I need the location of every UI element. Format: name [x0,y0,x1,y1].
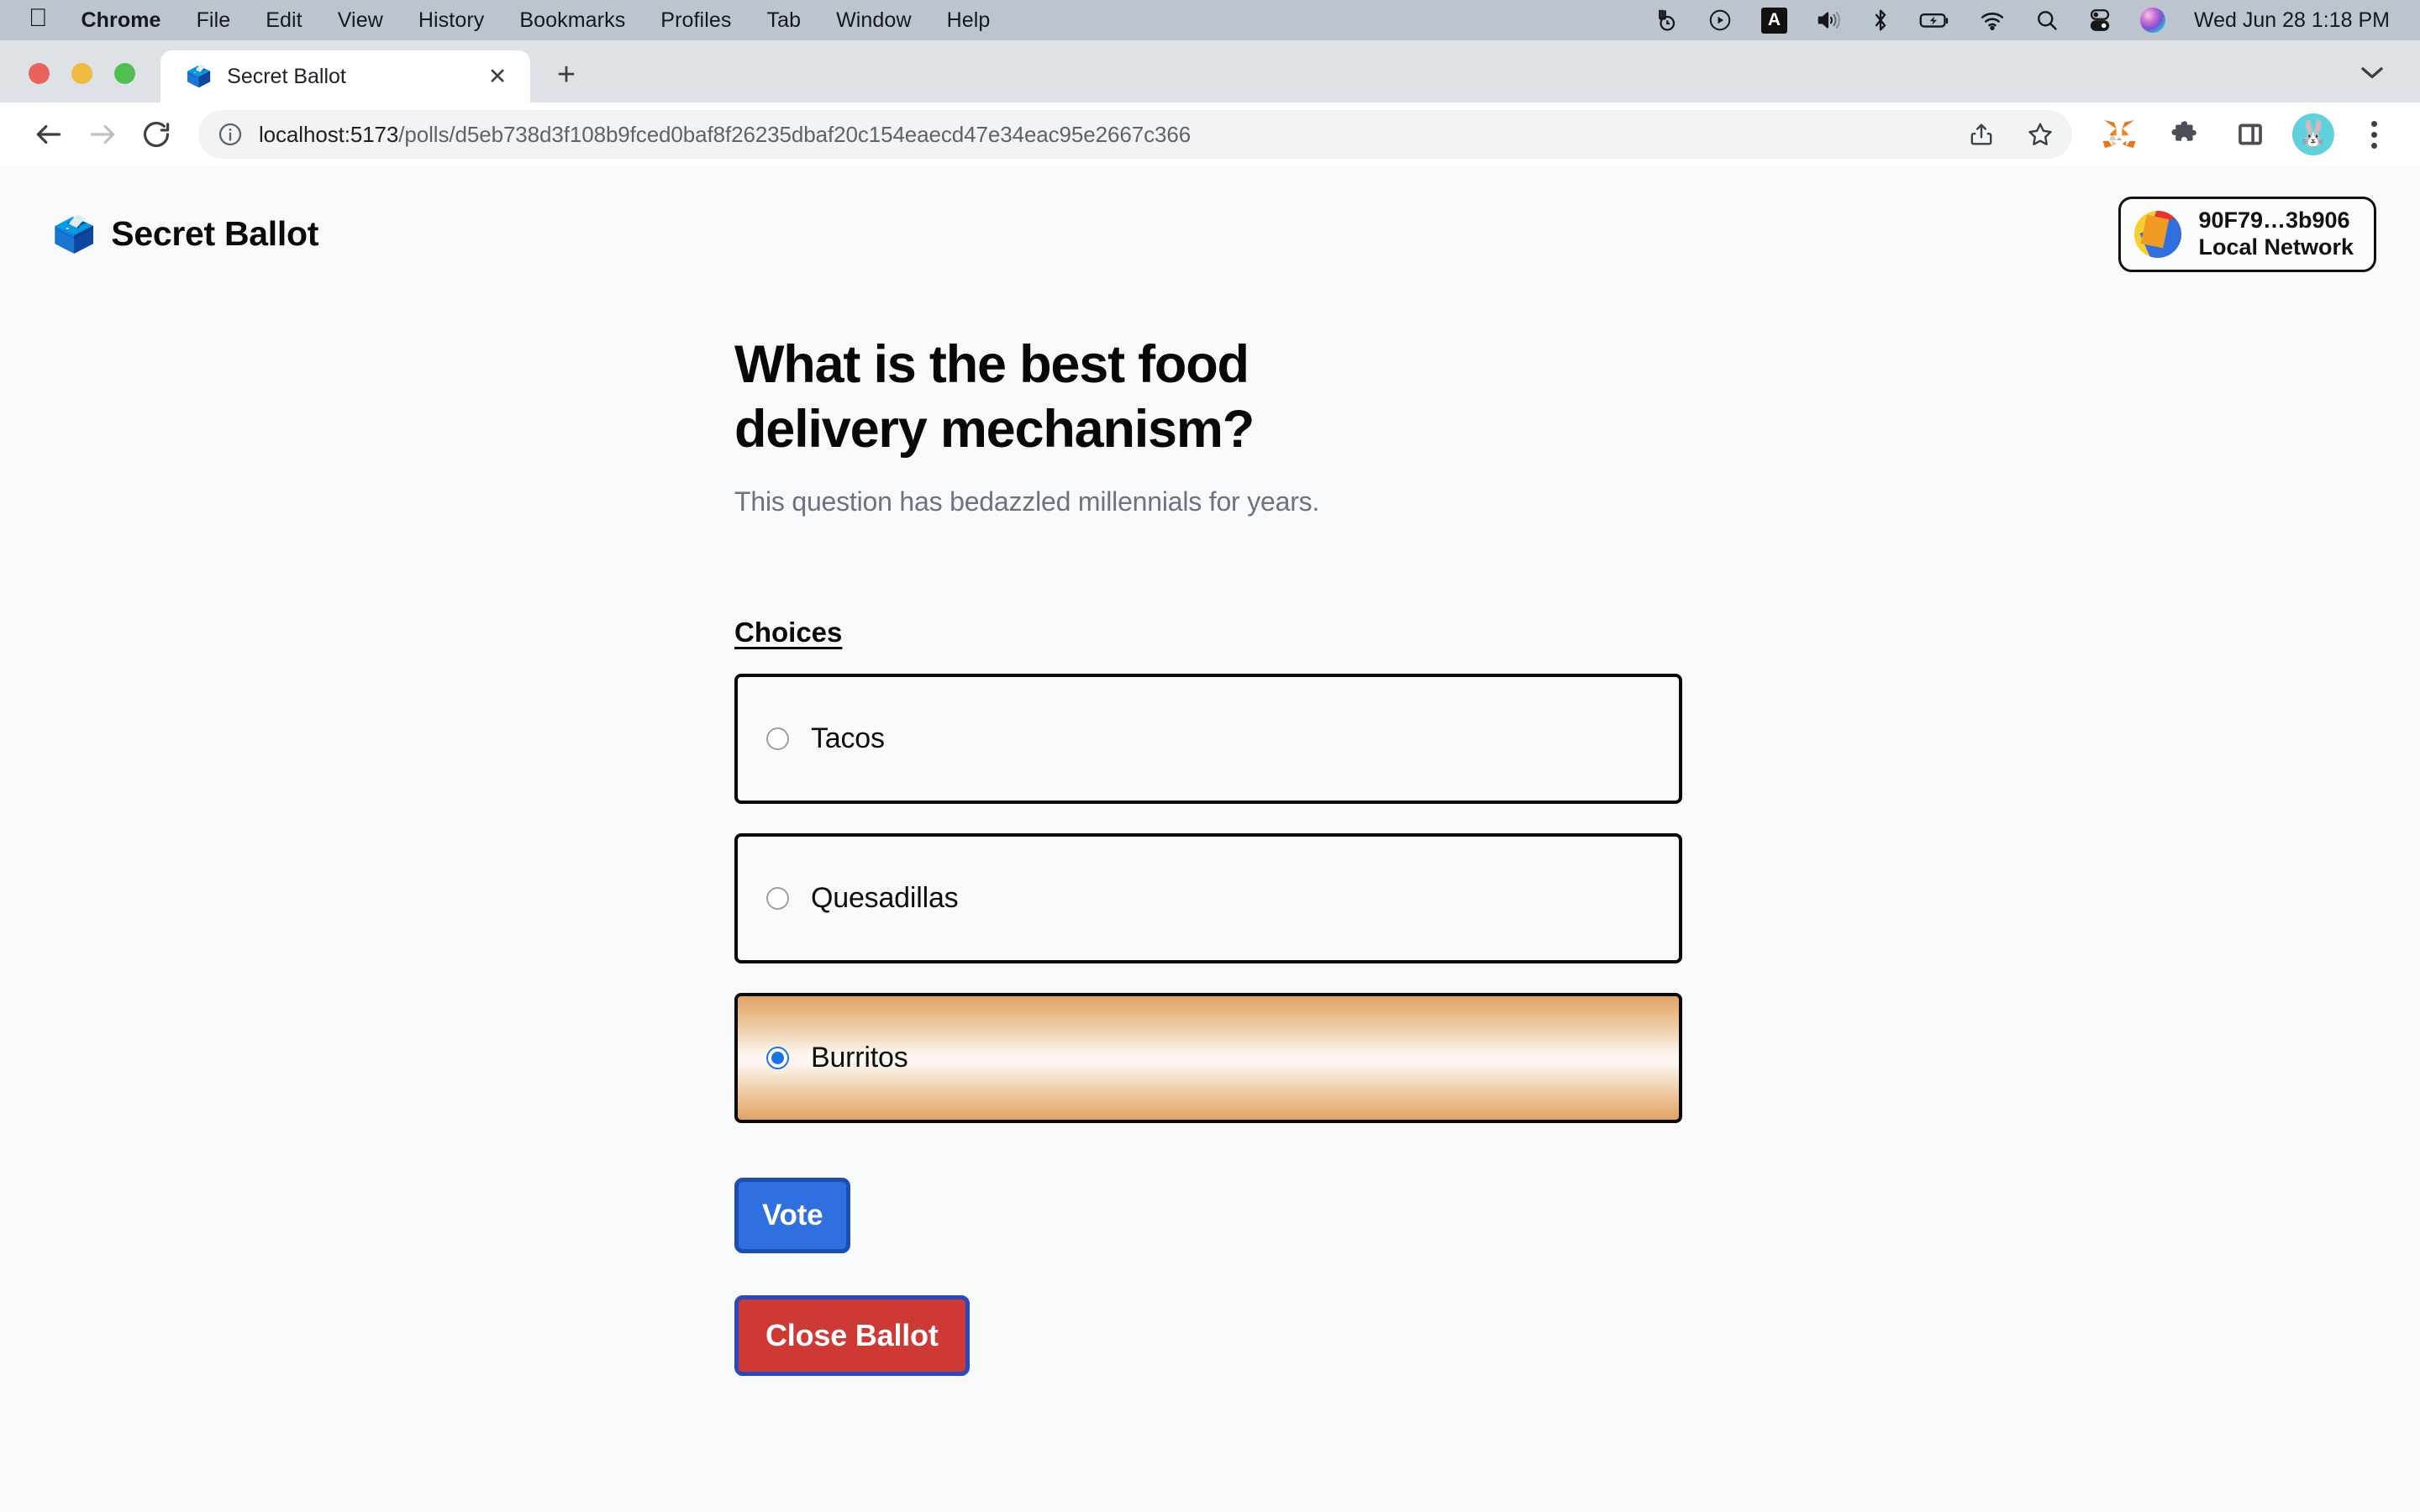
close-ballot-button[interactable]: Close Ballot [734,1294,970,1376]
share-icon[interactable] [1958,111,2005,158]
choice-option-burritos[interactable]: Burritos [734,992,1682,1123]
window-traffic-lights [29,63,160,102]
macos-menubar:  Chrome File Edit View History Bookmark… [0,0,2420,40]
menubar-item-profiles[interactable]: Profiles [643,8,749,33]
choice-label-tacos: Tacos [811,722,885,754]
play-circle-icon[interactable] [1707,8,1733,33]
app-header: 🗳️ Secret Ballot 90F79…3b906 Local Netwo… [0,166,2420,272]
extension-icons: 🐰 [2096,111,2395,158]
omnibox-host: localhost:5173 [259,121,399,147]
omnibox-path: /polls/d5eb738d3f108b9fced0baf8f26235dba… [398,121,1192,147]
siri-icon[interactable] [2139,8,2165,33]
volume-icon[interactable] [1816,8,1843,33]
ballot-box-icon: 🗳️ [52,213,97,254]
browser-tab-secret-ballot[interactable]: 🗳️ Secret Ballot ✕ [160,50,530,102]
choice-option-quesadillas[interactable]: Quesadillas [734,832,1682,963]
apple-logo-icon[interactable]:  [29,6,48,31]
wifi-icon[interactable] [1979,8,2006,33]
keyboard-input-a-icon[interactable]: A [1760,7,1787,34]
radio-icon-tacos[interactable] [766,727,789,750]
choices-list: Tacos Quesadillas Burritos [734,673,1682,1123]
choice-label-quesadillas: Quesadillas [811,881,959,914]
wallet-address: 90F79…3b906 [2198,207,2350,233]
new-tab-button[interactable]: + [549,59,584,91]
back-arrow-icon[interactable] [22,108,76,161]
menubar-item-help[interactable]: Help [929,8,1008,33]
close-window-button[interactable] [29,63,50,84]
forward-arrow-icon [76,108,129,161]
info-circle-icon[interactable] [217,121,244,148]
star-icon[interactable] [2017,111,2064,158]
wallet-badge[interactable]: 90F79…3b906 Local Network [2118,197,2376,272]
puzzle-extensions-icon[interactable] [2161,111,2208,158]
menubar-item-view[interactable]: View [320,8,401,33]
three-dot-menu-icon[interactable] [2353,111,2395,158]
reload-icon[interactable] [129,108,183,161]
control-center-icon[interactable] [2088,8,2112,33]
side-panel-icon[interactable] [2227,111,2274,158]
poll-content: What is the best food delivery mechanism… [0,272,2420,1376]
menubar-item-file[interactable]: File [179,8,249,33]
radio-icon-quesadillas[interactable] [766,886,789,910]
menubar-item-history[interactable]: History [401,8,502,33]
browser-toolbar: localhost:5173/polls/d5eb738d3f108b9fced… [0,102,2420,166]
menubar-item-tab[interactable]: Tab [749,8,818,33]
brand[interactable]: 🗳️ Secret Ballot [52,214,318,254]
menubar-status-area: A Wed Jun 28 1:18 PM [1654,7,2402,34]
blockies-avatar-icon [2134,210,2182,258]
choices-label: Choices [734,616,843,648]
wallet-text: 90F79…3b906 Local Network [2198,207,2354,261]
vote-button-row: Vote [734,1152,2420,1253]
menubar-item-chrome[interactable]: Chrome [82,8,179,33]
close-ballot-button-row: Close Ballot [734,1253,2420,1376]
tab-title: Secret Ballot [227,64,346,88]
maximize-window-button[interactable] [114,63,135,84]
omnibox-actions [1958,111,2064,158]
omnibox-url-text[interactable]: localhost:5173/polls/d5eb738d3f108b9fced… [259,122,1191,148]
battery-charging-icon[interactable] [1918,8,1950,33]
time-machine-icon[interactable] [1654,8,1679,33]
tab-favicon-icon: 🗳️ [186,64,213,88]
brand-name: Secret Ballot [111,214,319,254]
minimize-window-button[interactable] [71,63,92,84]
vote-button[interactable]: Vote [734,1177,851,1253]
wallet-network: Local Network [2198,234,2354,260]
profile-avatar[interactable]: 🐰 [2292,113,2334,155]
menubar-item-edit[interactable]: Edit [248,8,319,33]
secret-ballot-page: 🗳️ Secret Ballot 90F79…3b906 Local Netwo… [0,166,2420,1512]
omnibox[interactable]: localhost:5173/polls/d5eb738d3f108b9fced… [198,110,2072,159]
tab-list-chevron[interactable] [2358,63,2386,86]
radio-icon-burritos[interactable] [766,1046,789,1069]
menubar-clock[interactable]: Wed Jun 28 1:18 PM [2194,8,2390,33]
tab-close-icon[interactable]: ✕ [483,65,512,88]
chrome-browser-window: 🗳️ Secret Ballot ✕ + localhost:5173/poll… [0,40,2420,1512]
menubar-item-bookmarks[interactable]: Bookmarks [502,8,643,33]
choice-option-tacos[interactable]: Tacos [734,673,1682,804]
spotlight-search-icon[interactable] [2034,8,2060,33]
choice-label-burritos: Burritos [811,1041,908,1074]
poll-description: This question has bedazzled millennials … [734,486,1320,517]
bluetooth-icon[interactable] [1871,8,1890,33]
metamask-fox-icon[interactable] [2096,111,2143,158]
tab-strip: 🗳️ Secret Ballot ✕ + [0,40,2420,102]
menubar-item-window[interactable]: Window [818,8,929,33]
page-title: What is the best food delivery mechanism… [734,334,1255,459]
